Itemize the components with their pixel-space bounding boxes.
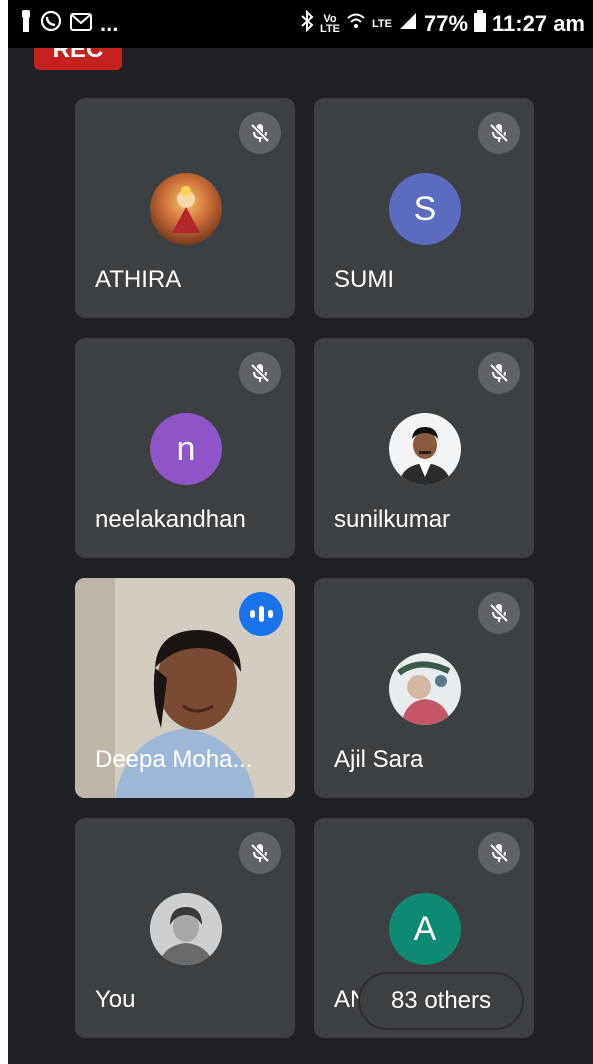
signal-icon [398, 11, 418, 37]
mic-off-icon [250, 123, 270, 143]
mic-off-indicator [478, 352, 520, 394]
wifi-icon [346, 11, 366, 37]
mic-off-indicator [478, 832, 520, 874]
mic-off-indicator [239, 352, 281, 394]
participant-tile-athira[interactable]: ATHIRA [75, 98, 295, 318]
status-bar-left: ... [20, 10, 118, 38]
participant-name: ATHIRA [95, 266, 182, 293]
lte-indicator: LTE [372, 18, 392, 30]
status-bar: ... Vo LTE LTE 77% 11:27 am [8, 0, 593, 48]
participant-name: neelakandhan [95, 506, 246, 533]
mic-off-icon [250, 363, 270, 383]
others-button[interactable]: 83 others [360, 974, 522, 1028]
bluetooth-icon [300, 9, 314, 38]
volte-indicator: Vo LTE [320, 13, 341, 35]
participant-name: Ajil Sara [334, 746, 424, 773]
avatar [150, 893, 222, 965]
battery-percent: 77% [423, 11, 469, 36]
avatar: A [389, 893, 461, 965]
gmail-icon [70, 11, 92, 37]
participant-tile-sunilkumar[interactable]: sunilkumar [314, 338, 534, 558]
participant-name: You [95, 986, 136, 1013]
mic-off-indicator [478, 112, 520, 154]
mic-off-icon [489, 843, 509, 863]
mic-off-indicator [478, 592, 520, 634]
lock-notification-icon [20, 10, 32, 38]
participant-name: SUMI [334, 266, 394, 293]
avatar [389, 413, 461, 485]
avatar: S [389, 173, 461, 245]
avatar: n [150, 413, 222, 485]
mic-off-icon [250, 843, 270, 863]
participant-tile-sumi[interactable]: S SUMI [314, 98, 534, 318]
participant-tile-neelakandhan[interactable]: n neelakandhan [75, 338, 295, 558]
mic-off-icon [489, 123, 509, 143]
others-label: 83 others [390, 987, 492, 1014]
battery-icon [474, 10, 487, 38]
avatar-letter: S [413, 189, 437, 228]
participant-name: sunilkumar [334, 506, 451, 533]
meeting-screen: REC ... Vo LTE LTE 77% 11:27 am ATHIRA S… [8, 0, 593, 1064]
participant-name: Deepa Moha... [95, 746, 253, 773]
more-notifications: ... [100, 11, 119, 36]
speaking-indicator [239, 592, 283, 636]
participant-tile-ajil-sara[interactable]: Ajil Sara [314, 578, 534, 798]
participant-tile-deepa[interactable]: Deepa Moha... [75, 578, 295, 798]
avatar-letter: A [413, 909, 437, 948]
mic-off-indicator [239, 832, 281, 874]
avatar [150, 173, 222, 245]
clock: 11:27 am [492, 11, 585, 36]
mic-off-icon [489, 363, 509, 383]
mic-off-icon [489, 603, 509, 623]
whatsapp-icon [40, 10, 62, 38]
participant-tile-you[interactable]: You [75, 818, 295, 1038]
status-bar-right: Vo LTE LTE 77% 11:27 am [300, 9, 585, 38]
avatar-letter: n [176, 429, 196, 468]
mic-off-indicator [239, 112, 281, 154]
avatar [389, 653, 461, 725]
